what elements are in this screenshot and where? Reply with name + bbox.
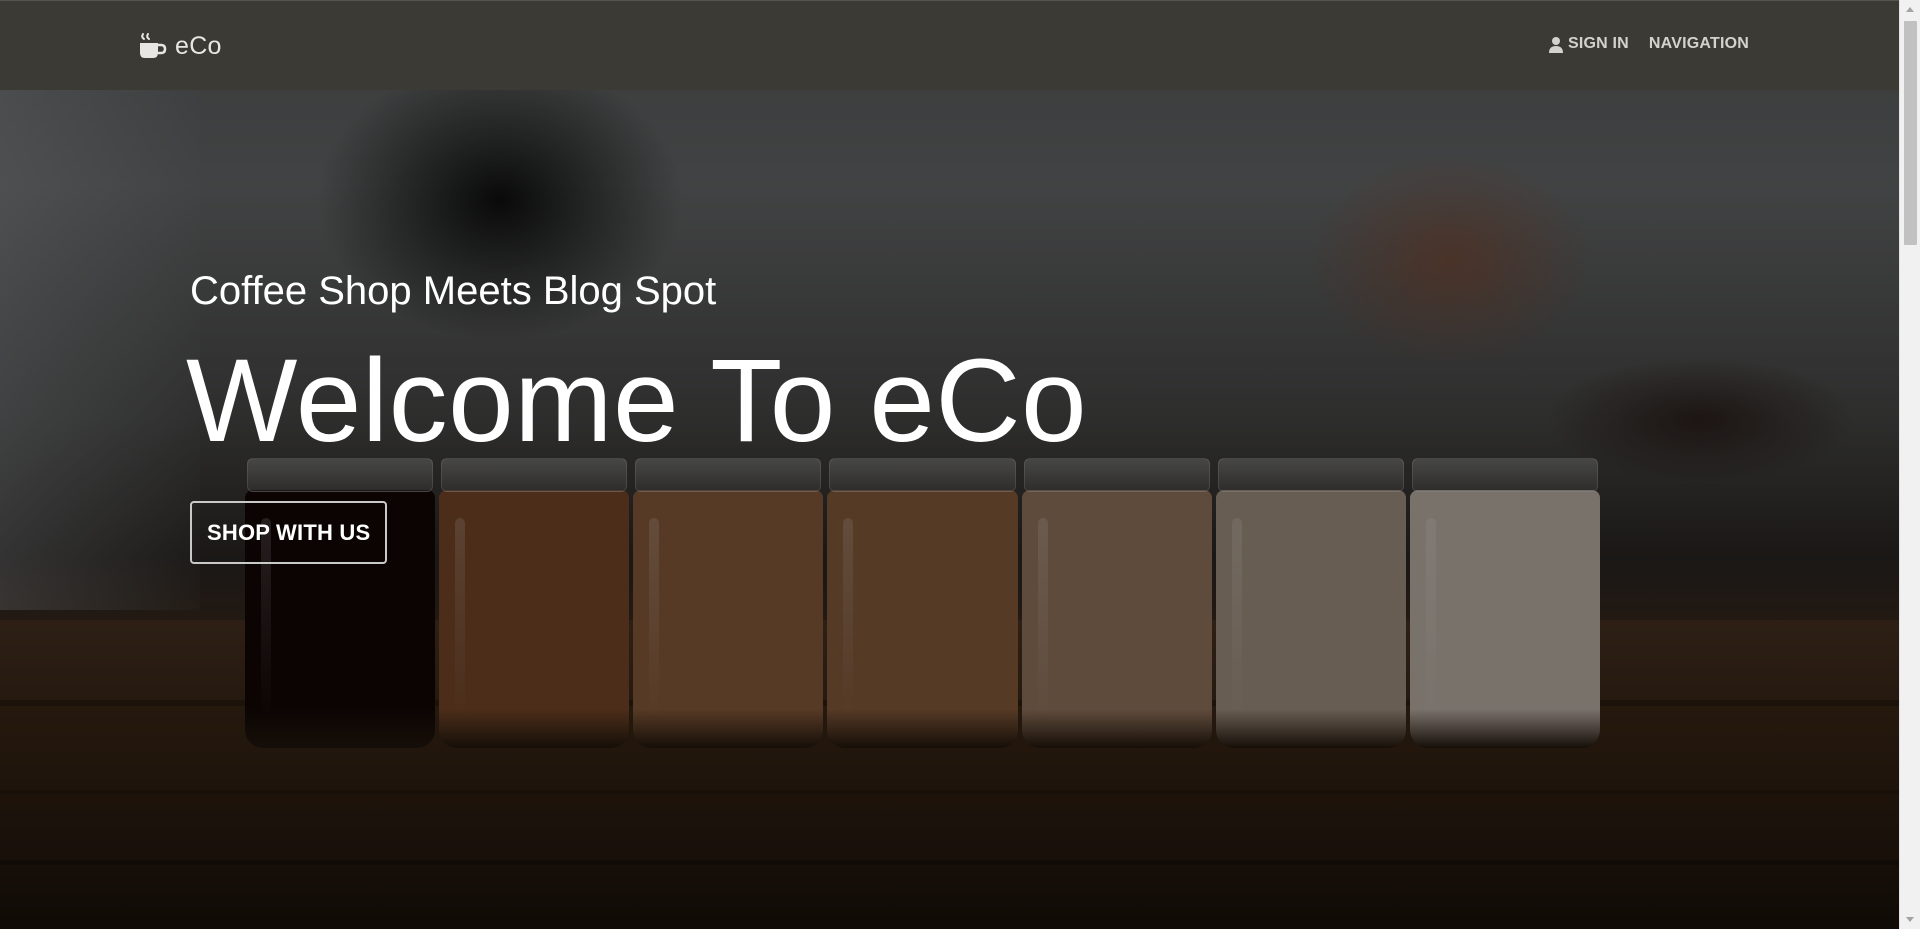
brand-name: eCo [175,31,222,60]
shop-with-us-button[interactable]: SHOP WITH US [190,501,388,564]
sign-in-label: SIGN IN [1567,35,1629,52]
hero-heading: Welcome To eCo [186,335,1088,467]
nav-links: SIGN IN NAVIGATION [1548,35,1749,53]
hero-subheading: Coffee Shop Meets Blog Spot [190,269,717,313]
top-navbar: eCo SIGN IN NAVIGATION [0,0,1899,90]
navigation-menu-link[interactable]: NAVIGATION [1649,35,1749,53]
hero-content: Coffee Shop Meets Blog Spot Welcome To e… [186,265,1087,564]
scrollbar-thumb[interactable] [1904,21,1917,245]
vertical-scrollbar[interactable] [1899,0,1920,929]
scroll-down-arrow-icon[interactable] [1906,917,1914,922]
brand-logo-link[interactable]: eCo [137,31,222,61]
page-viewport: eCo SIGN IN NAVIGATION Coffee Shop Meets… [0,0,1899,929]
scroll-up-arrow-icon[interactable] [1906,7,1914,12]
coffee-cup-icon [140,33,167,58]
navigation-label: NAVIGATION [1648,35,1749,52]
user-icon [1548,36,1563,53]
sign-in-link[interactable]: SIGN IN [1548,35,1629,53]
